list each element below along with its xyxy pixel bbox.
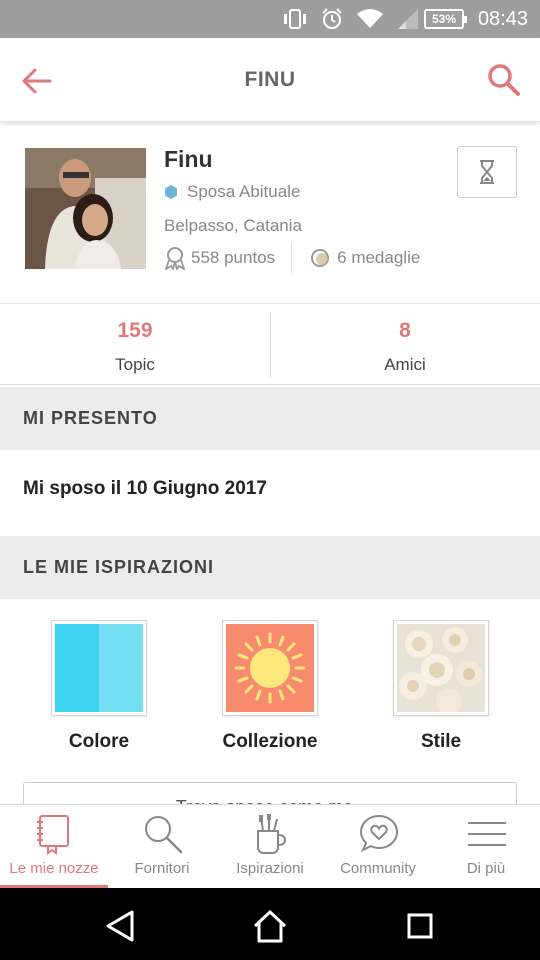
profile-counts: 159 Topic 8 Amici bbox=[0, 305, 540, 385]
nav-label: Ispirazioni bbox=[236, 860, 304, 877]
screen: 53% 08:43 FINU Finu Sposa Abituale Belpa… bbox=[0, 0, 540, 960]
award-ribbon-icon bbox=[164, 247, 186, 270]
menu-icon bbox=[468, 822, 506, 846]
section-header-ispirazioni: LE MIE ISPIRAZIONI bbox=[0, 536, 540, 599]
nav-fornitori[interactable]: Fornitori bbox=[108, 805, 216, 889]
vibrate-icon bbox=[284, 9, 306, 29]
signal-icon bbox=[398, 9, 418, 29]
inspiration-label: Collezione bbox=[222, 731, 318, 752]
profile-role: Sposa Abituale bbox=[164, 182, 300, 202]
colore-tile bbox=[51, 620, 147, 716]
roses-graphic bbox=[397, 624, 485, 712]
battery-indicator: 53% bbox=[424, 9, 467, 29]
topic-count-value: 159 bbox=[117, 319, 153, 342]
medals-text: 6 medaglie bbox=[337, 248, 421, 267]
profile-stats: 558 puntos 6 medaglie bbox=[164, 242, 420, 274]
hexagon-badge-icon bbox=[165, 185, 177, 199]
medal-icon bbox=[311, 249, 330, 267]
page-title: FINU bbox=[244, 68, 296, 91]
profile-role-text: Sposa Abituale bbox=[187, 182, 301, 201]
nav-label: Di più bbox=[466, 860, 506, 877]
avatar[interactable] bbox=[25, 148, 146, 269]
nav-le-mie-nozze[interactable]: Le mie nozze bbox=[0, 805, 108, 889]
notebook-icon bbox=[37, 815, 69, 855]
medals-stat: 6 medaglie bbox=[310, 247, 420, 269]
search-icon[interactable] bbox=[486, 62, 522, 98]
status-bar: 53% 08:43 bbox=[0, 0, 540, 38]
system-home-icon[interactable] bbox=[250, 906, 290, 946]
color-swatch bbox=[55, 624, 143, 712]
hourglass-icon bbox=[480, 160, 494, 184]
inspiration-label: Colore bbox=[68, 731, 130, 752]
brush-cup-icon bbox=[257, 814, 287, 854]
profile-name: Finu bbox=[164, 146, 213, 172]
friends-count[interactable]: 8 Amici bbox=[270, 305, 540, 384]
nav-di-piu[interactable]: Di più bbox=[432, 805, 540, 889]
collezione-tile bbox=[222, 620, 318, 716]
inspiration-colore[interactable]: Colore bbox=[49, 620, 149, 753]
system-back-icon[interactable] bbox=[100, 906, 140, 946]
wifi-icon bbox=[357, 9, 383, 28]
topic-count-label: Topic bbox=[115, 355, 155, 374]
section-header-presento: MI PRESENTO bbox=[0, 387, 540, 450]
status-icons bbox=[282, 8, 420, 30]
friends-count-value: 8 bbox=[399, 319, 411, 342]
status-time: 08:43 bbox=[477, 8, 528, 30]
bottom-navigation: Le mie nozze Fornitori Ispirazioni Commu… bbox=[0, 804, 540, 889]
stats-divider bbox=[291, 243, 293, 273]
roses-image bbox=[397, 624, 485, 712]
avatar-photo bbox=[25, 148, 146, 269]
nav-community[interactable]: Community bbox=[324, 805, 432, 889]
friends-count-label: Amici bbox=[384, 355, 426, 374]
inspiration-label: Stile bbox=[420, 731, 462, 752]
topic-count[interactable]: 159 Topic bbox=[0, 305, 270, 384]
system-navigation bbox=[0, 888, 540, 960]
sun-graphic bbox=[234, 632, 306, 704]
stile-tile bbox=[393, 620, 489, 716]
sun-icon bbox=[226, 624, 314, 712]
app-bar: FINU bbox=[0, 38, 540, 122]
profile-card: Finu Sposa Abituale Belpasso, Catania 55… bbox=[0, 124, 540, 304]
alarm-icon bbox=[322, 8, 342, 29]
system-recents-icon[interactable] bbox=[400, 906, 440, 946]
inspiration-collezione[interactable]: Collezione bbox=[220, 620, 320, 753]
heart-bubble-icon bbox=[359, 814, 399, 853]
nav-label: Le mie nozze bbox=[9, 860, 99, 877]
points-text: 558 puntos bbox=[191, 248, 276, 267]
nav-ispirazioni[interactable]: Ispirazioni bbox=[216, 805, 324, 889]
search-icon bbox=[145, 816, 183, 854]
nav-label: Fornitori bbox=[134, 860, 190, 877]
profile-location: Belpasso, Catania bbox=[164, 216, 302, 235]
inspiration-stile[interactable]: Stile bbox=[391, 620, 491, 753]
nav-label: Community bbox=[340, 860, 416, 877]
intro-text: Mi sposo il 10 Giugno 2017 bbox=[23, 478, 267, 499]
pending-button[interactable] bbox=[457, 146, 517, 198]
points-stat: 558 puntos bbox=[164, 246, 275, 270]
